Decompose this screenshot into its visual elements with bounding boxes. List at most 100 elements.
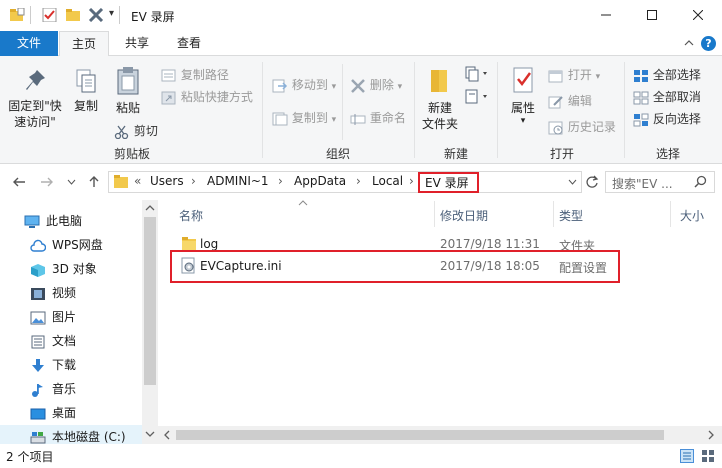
maximize-button[interactable] xyxy=(629,0,675,31)
copy-to-button[interactable]: 复制到 ▾ xyxy=(272,109,336,126)
properties-check-icon[interactable] xyxy=(42,8,58,22)
nav-item-documents[interactable]: 文档 xyxy=(30,329,76,353)
tab-view[interactable]: 查看 xyxy=(165,31,213,56)
breadcrumb-users[interactable]: Users xyxy=(150,174,184,188)
delete-icon xyxy=(351,78,365,93)
paste-button[interactable]: 粘贴 xyxy=(108,66,148,116)
cut-button[interactable]: 剪切 xyxy=(114,122,158,139)
move-to-button[interactable]: 移动到 ▾ xyxy=(272,76,336,93)
copy-button[interactable]: 复制 xyxy=(68,68,104,114)
move-to-label: 移动到 xyxy=(291,78,328,92)
back-arrow-icon[interactable] xyxy=(12,176,26,188)
details-view-icon[interactable] xyxy=(680,449,694,463)
new-folder-large-icon xyxy=(431,70,447,92)
up-arrow-icon[interactable] xyxy=(88,175,100,188)
highlight-box-file xyxy=(170,250,620,283)
breadcrumb-appdata[interactable]: AppData xyxy=(294,174,346,188)
copy-path-icon xyxy=(161,69,176,81)
open-button[interactable]: 打开 ▾ xyxy=(548,66,600,83)
tab-share[interactable]: 共享 xyxy=(113,31,161,56)
address-dropdown-icon[interactable] xyxy=(568,179,577,185)
folder-properties-icon[interactable] xyxy=(9,8,25,22)
scroll-down-icon[interactable] xyxy=(145,431,155,438)
invert-selection-button[interactable]: 反向选择 xyxy=(633,110,701,127)
close-icon xyxy=(692,9,704,21)
column-header-date[interactable]: 修改日期 xyxy=(440,207,488,224)
nav-item-wps-cloud[interactable]: WPS网盘 xyxy=(30,233,103,257)
delete-x-icon[interactable] xyxy=(88,8,104,22)
copy-label: 复制 xyxy=(73,99,98,113)
paste-shortcut-button[interactable]: 粘贴快捷方式 xyxy=(161,88,253,105)
column-divider[interactable] xyxy=(434,201,435,227)
group-label-clipboard: 剪贴板 xyxy=(113,147,150,161)
minimize-button[interactable] xyxy=(583,0,629,31)
tab-file[interactable]: 文件 xyxy=(0,31,58,56)
breadcrumb-local[interactable]: Local xyxy=(372,174,403,188)
collapse-ribbon-icon[interactable] xyxy=(684,39,694,47)
paste-shortcut-icon xyxy=(161,91,176,104)
group-label-open: 打开 xyxy=(549,147,574,161)
sort-ascending-icon xyxy=(298,200,308,206)
nav-label: 下载 xyxy=(52,358,77,372)
invert-selection-label: 反向选择 xyxy=(652,112,701,126)
scroll-up-icon[interactable] xyxy=(145,204,155,211)
nav-item-pictures[interactable]: 图片 xyxy=(30,305,76,329)
breadcrumb-separator-icon[interactable]: › xyxy=(278,174,283,188)
nav-item-music[interactable]: 音乐 xyxy=(30,377,76,401)
help-icon[interactable]: ? xyxy=(701,36,716,51)
forward-arrow-icon[interactable] xyxy=(40,176,54,188)
breadcrumb-separator-icon[interactable]: › xyxy=(191,174,196,188)
nav-item-desktop[interactable]: 桌面 xyxy=(30,401,76,425)
qat-dropdown-icon[interactable]: ▾ xyxy=(109,8,114,19)
nav-item-local-disk-c[interactable]: 本地磁盘 (C:) xyxy=(0,425,142,444)
select-all-button[interactable]: 全部选择 xyxy=(633,66,701,83)
rename-button[interactable]: 重命名 xyxy=(350,109,406,126)
scroll-right-icon[interactable] xyxy=(708,430,715,440)
ribbon-separator xyxy=(262,62,263,158)
large-icons-view-icon[interactable] xyxy=(701,449,715,463)
rename-icon xyxy=(350,113,366,125)
music-icon xyxy=(32,383,43,397)
scroll-left-icon[interactable] xyxy=(163,430,170,440)
breadcrumb-admini[interactable]: ADMINI~1 xyxy=(207,174,269,188)
new-item-icon[interactable] xyxy=(465,66,491,82)
delete-button[interactable]: 删除 ▾ xyxy=(350,76,402,93)
breadcrumb-separator-icon[interactable]: › xyxy=(356,174,361,188)
column-header-size[interactable]: 大小 xyxy=(680,207,704,224)
cut-label: 剪切 xyxy=(133,124,158,138)
column-divider[interactable] xyxy=(670,201,671,227)
nav-scroll-thumb[interactable] xyxy=(144,217,156,385)
new-folder-icon[interactable] xyxy=(65,8,81,22)
properties-button[interactable]: 属性 ▾ xyxy=(503,66,543,126)
tab-home[interactable]: 主页 xyxy=(59,31,109,57)
invert-selection-icon xyxy=(633,113,649,126)
nav-item-downloads[interactable]: 下载 xyxy=(30,353,76,377)
column-divider[interactable] xyxy=(553,201,554,227)
list-scroll-thumb[interactable] xyxy=(176,430,664,440)
computer-icon xyxy=(24,215,40,228)
copy-path-button[interactable]: 复制路径 xyxy=(161,66,229,83)
pin-quick-access-button[interactable]: 固定到"快 速访问" xyxy=(4,68,66,130)
picture-icon xyxy=(30,311,46,324)
recent-locations-icon[interactable] xyxy=(67,179,76,185)
easy-access-icon[interactable] xyxy=(465,89,491,105)
nav-item-this-pc[interactable]: 此电脑 xyxy=(24,209,82,233)
column-header-type[interactable]: 类型 xyxy=(559,207,583,224)
breadcrumb-overflow[interactable]: « xyxy=(134,174,141,188)
nav-label: 桌面 xyxy=(52,406,77,420)
nav-label: WPS网盘 xyxy=(52,238,103,252)
refresh-icon[interactable] xyxy=(585,175,599,189)
history-button[interactable]: 历史记录 xyxy=(548,118,616,135)
nav-item-videos[interactable]: 视频 xyxy=(30,281,76,305)
new-folder-button[interactable]: 新建 文件夹 xyxy=(418,66,462,132)
column-header-name[interactable]: 名称 xyxy=(179,207,203,224)
nav-item-3d-objects[interactable]: 3D 对象 xyxy=(30,257,97,281)
ribbon-home: 固定到"快 速访问" 复制 粘贴 复制路径 粘贴快捷方式 剪切 剪贴板 移动到 … xyxy=(0,56,722,164)
edit-button[interactable]: 编辑 xyxy=(548,92,592,109)
breadcrumb-separator-icon[interactable]: › xyxy=(409,174,414,188)
group-label-organize: 组织 xyxy=(325,147,350,161)
nav-label: 音乐 xyxy=(52,382,77,396)
pin-label-1: 固定到"快 xyxy=(8,99,62,113)
close-button[interactable] xyxy=(675,0,721,31)
select-none-button[interactable]: 全部取消 xyxy=(633,88,701,105)
